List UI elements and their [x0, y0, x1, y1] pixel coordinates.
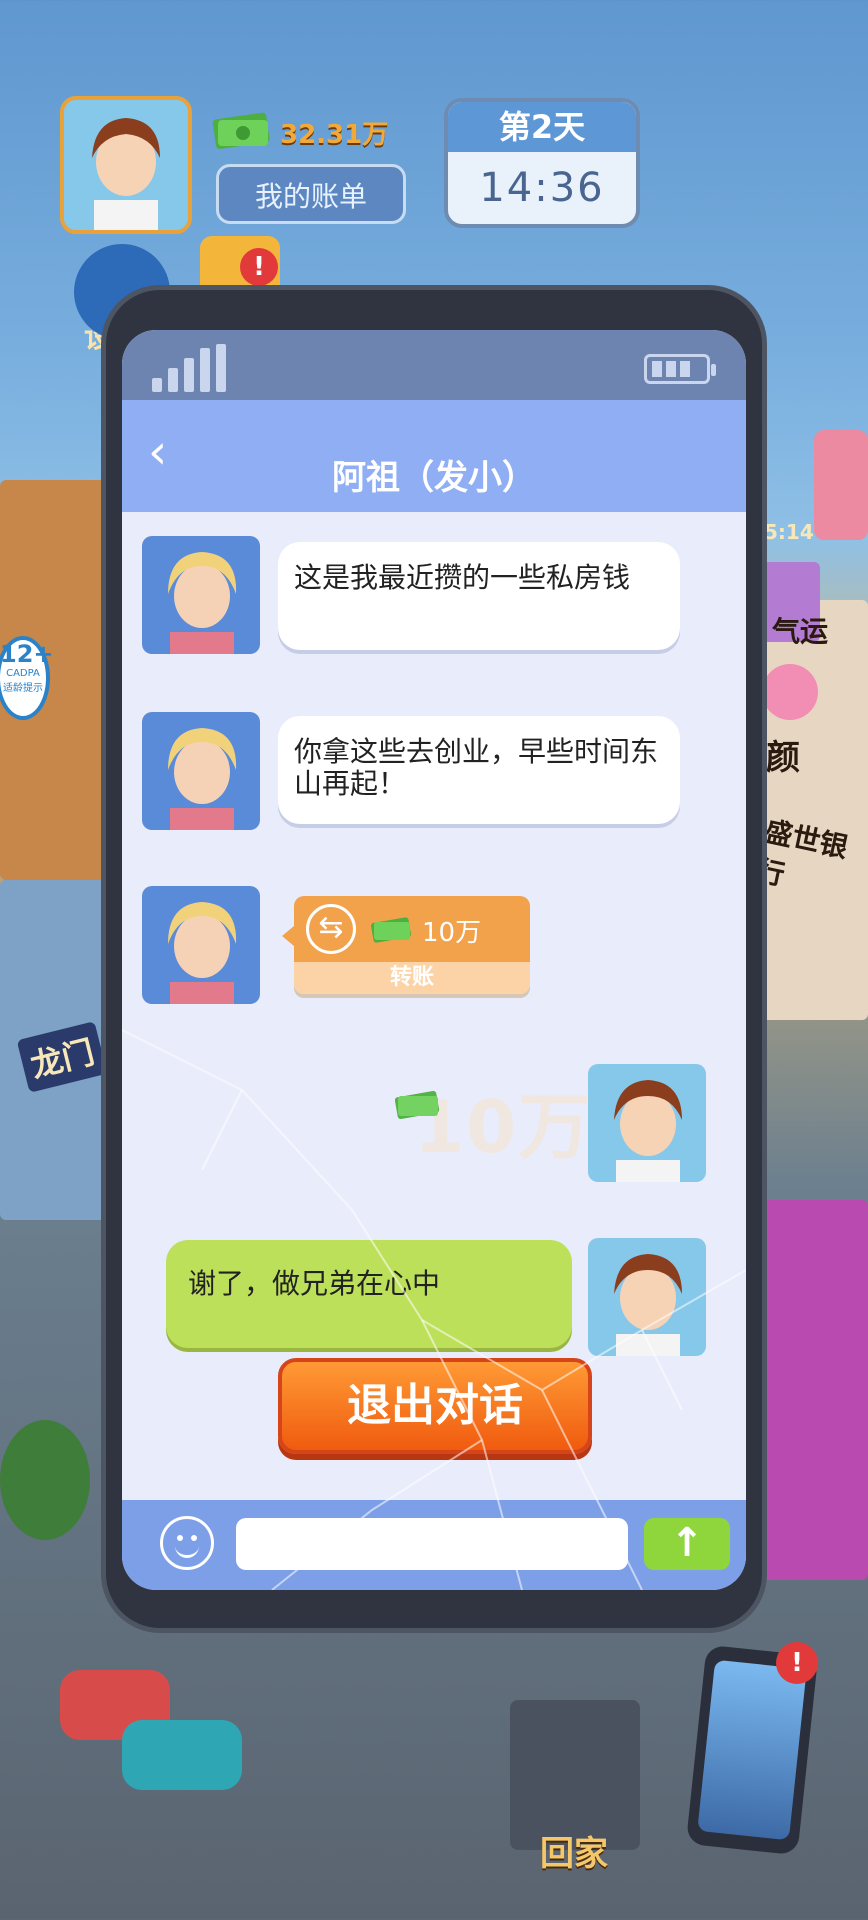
transfer-bubble-tail — [282, 926, 294, 946]
portrait-timer: 5:14 — [764, 520, 814, 544]
clock-time: 14:36 — [479, 165, 605, 211]
friend-message-bubble: 你拿这些去创业，早些时间东山再起！ — [278, 716, 680, 824]
friend-message-bubble: 这是我最近攒的一些私房钱 — [278, 542, 680, 650]
chat-header: ‹ 阿祖（发小） — [122, 400, 746, 512]
friend-message-text: 这是我最近攒的一些私房钱 — [294, 561, 631, 594]
my-bill-button[interactable]: 我的账单 — [216, 164, 406, 224]
transfer-card-top: ⇆ 10万 — [294, 896, 530, 962]
chat-title: 阿祖（发小） — [332, 458, 536, 498]
player-message-text: 谢了，做兄弟在心中 — [188, 1267, 441, 1300]
transfer-card[interactable]: ⇆ 10万 转账 — [294, 896, 530, 994]
transfer-amount: 10万 — [422, 918, 482, 948]
beauty-label: 颜 — [766, 738, 800, 778]
player-message-bubble: 谢了，做兄弟在心中 — [166, 1240, 572, 1348]
day-label: 第2天 — [448, 102, 636, 152]
money-display: 32.31万 — [210, 108, 410, 152]
message-input-bar: ↑ — [122, 1500, 746, 1590]
beauty-heart-icon[interactable] — [762, 664, 818, 720]
luck-label: 气运 — [772, 615, 829, 648]
signal-icon — [152, 344, 232, 392]
transfer-arrows-icon: ⇆ — [306, 904, 356, 954]
club-building — [758, 1200, 868, 1580]
send-button[interactable]: ↑ — [644, 1518, 730, 1570]
friend-avatar — [142, 712, 260, 830]
bank-building — [760, 600, 868, 1020]
player-chat-avatar — [588, 1238, 706, 1356]
friend-avatar — [142, 886, 260, 1004]
transfer-label: 转账 — [294, 962, 530, 994]
girl-portrait-card[interactable] — [814, 430, 868, 540]
friend-avatar — [142, 536, 260, 654]
age-rating-tip: 适龄提示 — [3, 683, 43, 694]
received-amount-fading: 10万 — [414, 1085, 593, 1169]
tree — [0, 1420, 90, 1540]
emoji-smile-icon[interactable] — [160, 1516, 214, 1570]
money-value: 32.31万 — [280, 120, 389, 150]
day-clock: 第2天 14:36 — [444, 98, 640, 228]
message-input[interactable] — [236, 1518, 628, 1570]
cash-icon — [394, 1090, 440, 1120]
friend-message-text: 你拿这些去创业，早些时间东山再起！ — [294, 735, 659, 800]
teal-car — [122, 1720, 242, 1790]
exit-chat-button[interactable]: 退出对话 — [278, 1358, 592, 1454]
status-bar — [122, 330, 746, 400]
chat-screen: ‹ 阿祖（发小） 这是我最近攒的一些私房钱 你拿这些去创业，早些时间东山再起！ — [122, 330, 746, 1590]
age-rating-sub: CADPA — [6, 668, 40, 679]
task-alert-icon: ! — [240, 248, 278, 286]
player-chat-avatar — [588, 1064, 706, 1182]
age-rating-text: 12+ — [0, 640, 54, 668]
phone-alert-icon: ! — [776, 1642, 818, 1684]
cash-icon — [212, 112, 270, 149]
player-avatar[interactable] — [60, 96, 192, 234]
cash-icon — [371, 917, 411, 943]
battery-icon — [644, 354, 716, 384]
home-label[interactable]: 回家 — [540, 1826, 608, 1875]
